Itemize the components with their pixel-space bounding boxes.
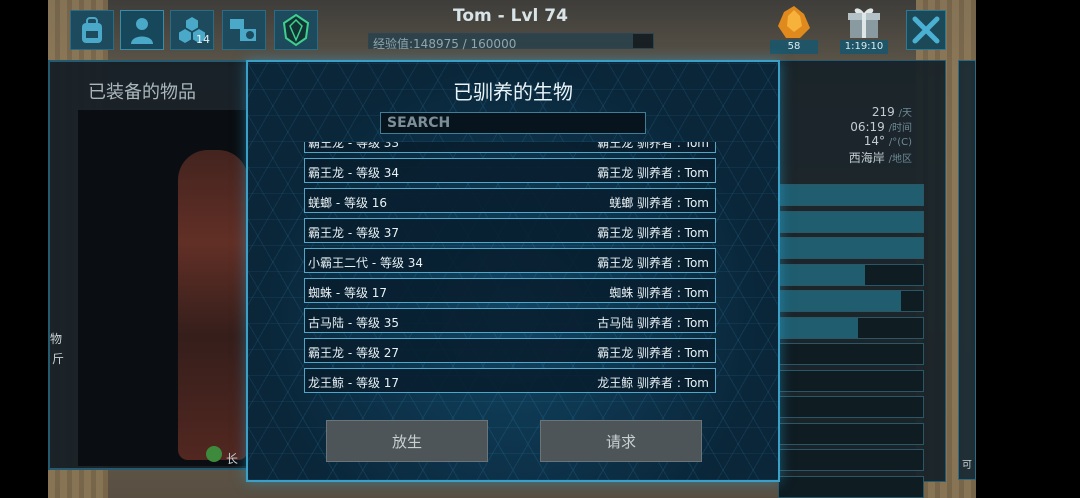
dialog-title: 已驯养的生物 xyxy=(453,80,573,104)
creature-owner: 龙王鲸 驯养者 : Tom xyxy=(597,376,709,390)
list-item[interactable]: 古马陆 - 等级 35 古马陆 驯养者 : Tom xyxy=(304,308,716,333)
buff-icon xyxy=(206,446,222,462)
creature-owner: 霸王龙 驯养者 : Tom xyxy=(597,142,709,150)
list-item[interactable]: 蜘蛛 - 等级 17 蜘蛛 驯养者 : Tom xyxy=(304,278,716,303)
temperature-value: 14° xyxy=(863,134,886,148)
stat-bar xyxy=(778,343,924,365)
stat-bar xyxy=(778,396,924,418)
creature-owner: 蜣螂 驯养者 : Tom xyxy=(609,196,709,210)
stat-bar xyxy=(778,290,924,312)
day-value: 219 xyxy=(871,105,895,119)
xp-bar: 经验值:148975 / 160000 xyxy=(368,33,654,51)
list-item[interactable]: 霸王龙 - 等级 34 霸王龙 驯养者 : Tom xyxy=(304,158,716,183)
equipped-title: 已装备的物品 xyxy=(88,82,196,103)
gift-timer: 1:19:10 xyxy=(840,40,888,54)
stat-bar xyxy=(778,210,924,233)
creature-owner: 蜘蛛 驯养者 : Tom xyxy=(609,286,709,300)
creature-owner: 古马陆 驯养者 : Tom xyxy=(597,316,709,330)
backpack-icon xyxy=(82,17,102,43)
stat-bar xyxy=(778,422,924,445)
temperature-stat: 14° /°(C) xyxy=(864,134,912,148)
settings-button[interactable] xyxy=(222,10,266,50)
stat-bar xyxy=(778,237,924,259)
stat-bar-fill xyxy=(779,317,859,338)
creature-owner: 霸王龙 驯养者 : Tom xyxy=(597,166,709,180)
gift-box-icon xyxy=(848,8,880,38)
creature-owner: 霸王龙 驯养者 : Tom xyxy=(597,256,709,270)
tamed-creatures-dialog: 已驯养的生物 霸王龙 - 等级 33 霸王龙 驯养者 : Tom 霸王龙 - 等… xyxy=(246,60,780,482)
stat-bar xyxy=(778,263,924,286)
time-stat: 06:19 /时间 xyxy=(850,119,912,134)
side-label-bottom: 斤 xyxy=(52,352,65,366)
stat-bar xyxy=(778,475,924,498)
creature-owner: 霸王龙 驯养者 : Tom xyxy=(597,346,709,360)
backpack-button[interactable] xyxy=(70,10,114,50)
gift-resource[interactable]: 1:19:10 xyxy=(840,4,888,54)
list-item[interactable]: 霸王龙 - 等级 27 霸王龙 驯养者 : Tom xyxy=(304,338,716,363)
time-value: 06:19 xyxy=(850,120,885,134)
close-icon xyxy=(912,16,940,44)
right-side-panel xyxy=(958,60,976,480)
time-unit: /时间 xyxy=(888,123,912,134)
creature-name: 蜘蛛 - 等级 17 xyxy=(308,286,388,300)
tribe-crest-icon xyxy=(282,14,310,46)
xp-text: 经验值:148975 / 160000 xyxy=(373,37,517,51)
location-stat: 西海岸 /地区 xyxy=(849,149,912,166)
stat-bar-fill xyxy=(779,291,902,311)
player-title: Tom - Lvl 74 xyxy=(453,6,568,26)
stat-bar-fill xyxy=(779,211,923,232)
temperature-unit: /°(C) xyxy=(888,137,912,148)
stat-bar-fill xyxy=(779,185,923,205)
creature-owner: 霸王龙 驯养者 : Tom xyxy=(597,226,709,240)
engrams-button[interactable]: 14 xyxy=(170,10,214,50)
list-item[interactable]: 霸王龙 - 等级 37 霸王龙 驯养者 : Tom xyxy=(304,218,716,243)
creature-name: 蜣螂 - 等级 16 xyxy=(308,196,388,210)
list-item[interactable]: 龙王鲸 - 等级 17 龙王鲸 驯养者 : Tom xyxy=(304,368,716,393)
creature-list[interactable]: 霸王龙 - 等级 33 霸王龙 驯养者 : Tom 霸王龙 - 等级 34 霸王龙… xyxy=(304,142,718,398)
creature-name: 霸王龙 - 等级 33 xyxy=(308,142,400,150)
list-item[interactable]: 蜣螂 - 等级 16 蜣螂 驯养者 : Tom xyxy=(304,188,716,213)
release-button[interactable]: 放生 xyxy=(326,420,488,462)
creature-name: 霸王龙 - 等级 27 xyxy=(308,346,400,360)
game-scene: 14 Tom - Lvl 74 经验值:148975 / 160000 58 1… xyxy=(48,0,976,498)
stat-bar-fill xyxy=(779,264,866,285)
stat-bar-fill xyxy=(779,238,923,258)
engrams-badge: 14 xyxy=(196,33,210,46)
creature-name: 古马陆 - 等级 35 xyxy=(308,316,400,330)
list-item[interactable]: 小霸王二代 - 等级 34 霸王龙 驯养者 : Tom xyxy=(304,248,716,273)
side-label-top: 物 xyxy=(50,332,63,346)
creature-name: 霸王龙 - 等级 34 xyxy=(308,166,400,180)
buff-label: 长 xyxy=(226,452,239,466)
day-unit: /天 xyxy=(898,108,912,119)
stat-bar xyxy=(778,316,924,339)
character-model xyxy=(178,150,248,460)
stat-bar xyxy=(778,369,924,392)
search-input[interactable] xyxy=(380,112,646,134)
amber-count: 58 xyxy=(770,40,818,54)
settings-camera-icon xyxy=(230,19,256,41)
amber-icon xyxy=(778,6,810,38)
stat-bar xyxy=(778,449,924,471)
close-button[interactable] xyxy=(906,10,946,50)
amber-resource[interactable]: 58 xyxy=(770,4,818,54)
character-button[interactable] xyxy=(120,10,164,50)
tribe-button[interactable] xyxy=(274,10,318,50)
creature-name: 霸王龙 - 等级 37 xyxy=(308,226,400,240)
location-unit: /地区 xyxy=(888,154,912,165)
request-button[interactable]: 请求 xyxy=(540,420,702,462)
creature-name: 小霸王二代 - 等级 34 xyxy=(308,256,424,270)
creature-name: 龙王鲸 - 等级 17 xyxy=(308,376,400,390)
right-side-label: 可 xyxy=(962,460,972,471)
location-value: 西海岸 xyxy=(848,151,885,165)
character-icon xyxy=(131,18,153,44)
day-stat: 219 /天 xyxy=(872,104,912,119)
stat-bar xyxy=(778,184,924,206)
list-item[interactable]: 霸王龙 - 等级 33 霸王龙 驯养者 : Tom xyxy=(304,142,716,153)
